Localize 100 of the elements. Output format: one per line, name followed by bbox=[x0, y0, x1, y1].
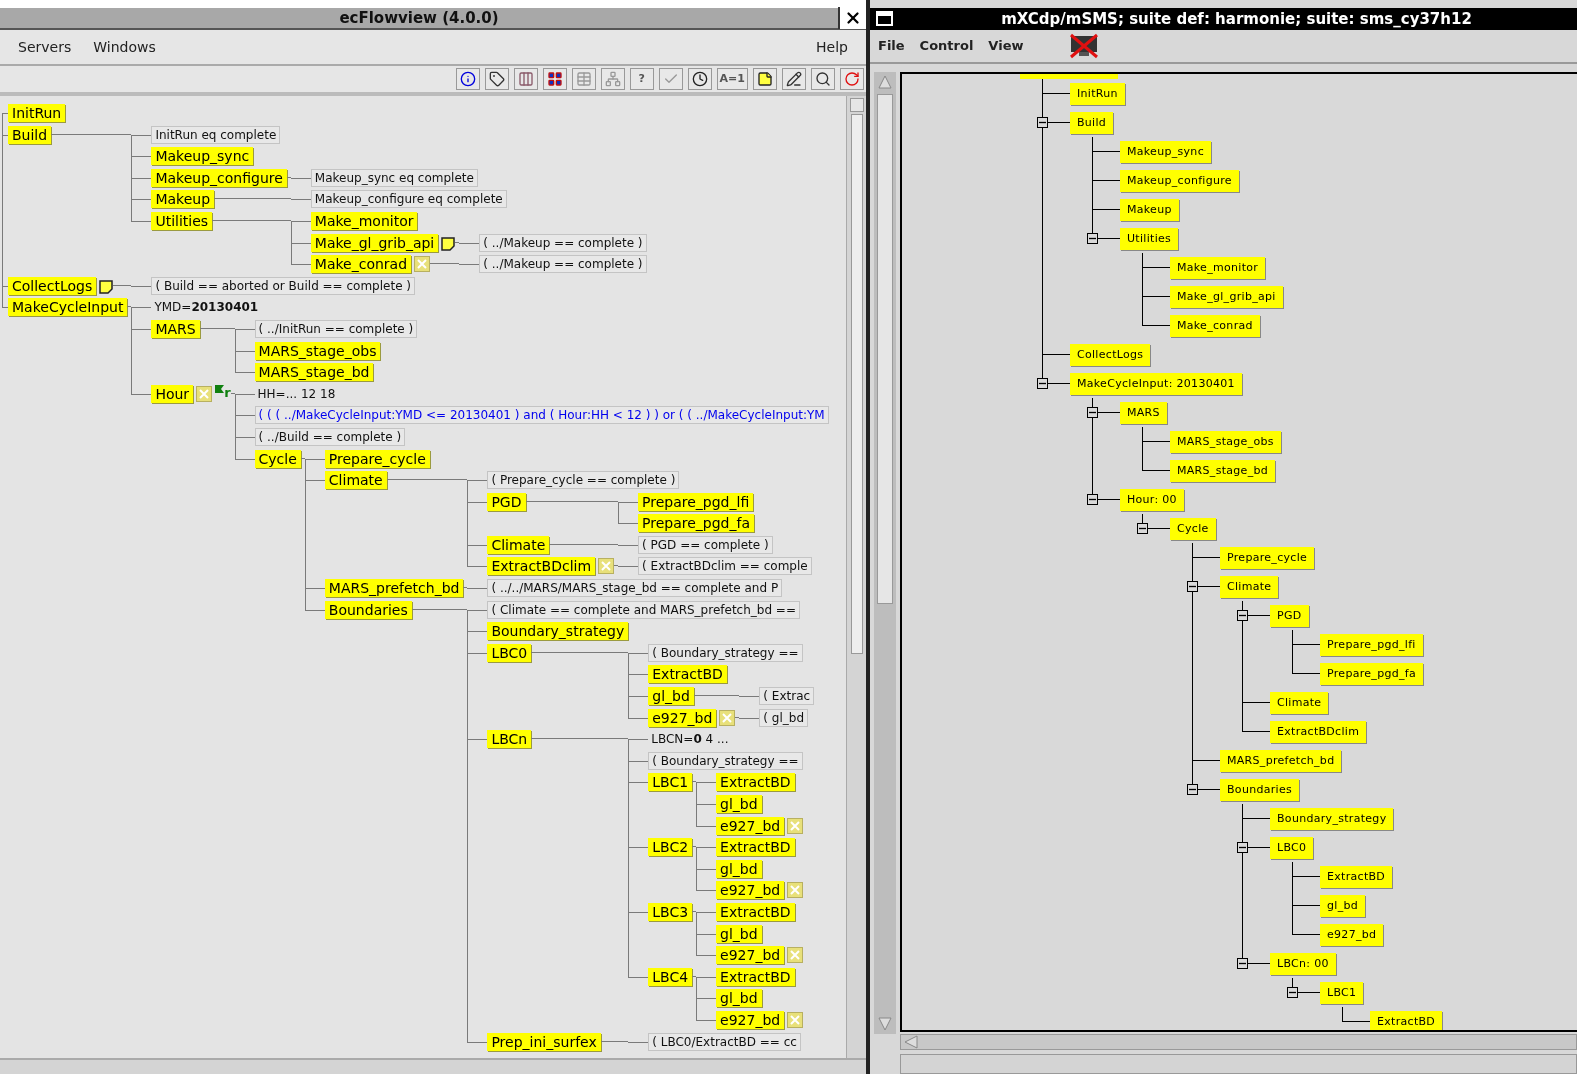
collapse-toggle[interactable] bbox=[1187, 581, 1198, 592]
tree-node[interactable]: PGD bbox=[1270, 604, 1309, 627]
tree-node[interactable]: Make_monitor bbox=[1170, 256, 1266, 279]
tree-node[interactable]: Make_gl_grib_api bbox=[1170, 285, 1283, 308]
tree-node[interactable]: MakeCycleInput: 20130401 bbox=[1070, 372, 1242, 395]
tree-node[interactable]: MARS bbox=[1120, 401, 1167, 424]
task-node[interactable]: Makeup bbox=[151, 190, 215, 209]
tree-node[interactable]: ExtractBD bbox=[1320, 865, 1393, 888]
tree-node[interactable]: Prepare_cycle bbox=[1220, 546, 1315, 569]
task-node[interactable]: Climate bbox=[324, 471, 387, 490]
collapse-toggle[interactable] bbox=[1037, 378, 1048, 389]
task-node[interactable]: gl_bd bbox=[648, 687, 694, 706]
task-node[interactable]: Makeup_configure bbox=[151, 168, 287, 187]
task-node[interactable]: Prep_ini_surfex bbox=[487, 1032, 601, 1051]
tree-node[interactable]: MARS_stage_bd bbox=[1170, 459, 1276, 482]
toolbar-button[interactable] bbox=[484, 68, 509, 90]
task-node[interactable]: ExtractBD bbox=[716, 902, 795, 921]
task-node[interactable]: gl_bd bbox=[716, 924, 762, 943]
task-node[interactable]: gl_bd bbox=[716, 989, 762, 1008]
task-node[interactable]: gl_bd bbox=[716, 859, 762, 878]
tree-node[interactable]: Boundary_strategy bbox=[1270, 807, 1394, 830]
task-node[interactable]: e927_bd bbox=[716, 1010, 785, 1029]
horizontal-scrollbar[interactable] bbox=[900, 1034, 1577, 1051]
task-node[interactable]: gl_bd bbox=[716, 795, 762, 813]
task-node[interactable]: CollectLogs bbox=[8, 276, 97, 295]
task-node[interactable]: LBC4 bbox=[648, 967, 693, 986]
tree-node[interactable]: gl_bd bbox=[1320, 894, 1365, 917]
collapse-toggle[interactable] bbox=[1137, 523, 1148, 534]
task-node[interactable]: Boundaries bbox=[324, 600, 412, 619]
tree-node[interactable]: LBC1 bbox=[1320, 981, 1364, 1004]
toolbar-button[interactable]: A=1 bbox=[716, 68, 748, 90]
task-node[interactable]: Prepare_pgd_lfi bbox=[638, 492, 754, 511]
menu-item[interactable]: Control bbox=[919, 36, 974, 56]
collapse-toggle[interactable] bbox=[1187, 784, 1198, 795]
tree-node[interactable]: Climate bbox=[1270, 691, 1329, 714]
tree-node[interactable]: LBCn: 00 bbox=[1270, 952, 1336, 975]
task-node[interactable]: e927_bd bbox=[716, 816, 785, 835]
collapse-toggle[interactable] bbox=[1287, 987, 1298, 998]
task-node[interactable]: MARS_stage_obs bbox=[254, 341, 381, 360]
task-node[interactable]: InitRun bbox=[8, 104, 66, 122]
tree-node[interactable]: Climate bbox=[1220, 575, 1279, 598]
tree-node[interactable]: Hour: 00 bbox=[1120, 488, 1184, 511]
task-node[interactable]: ExtractBDclim bbox=[487, 557, 596, 576]
task-node[interactable]: Utilities bbox=[151, 211, 213, 230]
task-node[interactable]: Prepare_pgd_fa bbox=[638, 514, 754, 533]
menu-item[interactable]: Windows bbox=[93, 36, 156, 58]
collapse-toggle[interactable] bbox=[1087, 494, 1098, 505]
toolbar-button[interactable] bbox=[811, 68, 835, 90]
task-node[interactable]: MakeCycleInput bbox=[8, 298, 128, 317]
task-node[interactable]: LBCn bbox=[487, 730, 532, 749]
tree-node[interactable]: Prepare_pgd_lfi bbox=[1320, 633, 1423, 656]
task-node[interactable]: e927_bd bbox=[716, 946, 785, 965]
tree-node[interactable]: Build bbox=[1070, 111, 1114, 134]
task-node[interactable]: Prepare_cycle bbox=[324, 449, 430, 468]
tree-node[interactable]: Makeup_configure bbox=[1120, 169, 1239, 192]
tree-node[interactable]: Cycle bbox=[1170, 517, 1216, 540]
toolbar-button[interactable] bbox=[753, 68, 777, 90]
suite-node[interactable] bbox=[1020, 74, 1118, 79]
vertical-scrollbar[interactable] bbox=[846, 96, 866, 1058]
task-node[interactable]: Makeup_sync bbox=[151, 147, 254, 166]
tree-node[interactable]: Makeup bbox=[1120, 198, 1179, 221]
task-node[interactable]: ExtractBD bbox=[716, 773, 795, 792]
menu-item[interactable]: File bbox=[878, 36, 905, 56]
tree-node[interactable]: MARS_stage_obs bbox=[1170, 430, 1281, 453]
task-node[interactable]: LBC1 bbox=[648, 773, 693, 792]
close-button[interactable] bbox=[838, 7, 866, 29]
tree-node[interactable]: e927_bd bbox=[1320, 923, 1384, 946]
collapse-toggle[interactable] bbox=[1237, 958, 1248, 969]
tree-node[interactable]: Prepare_pgd_fa bbox=[1320, 662, 1424, 685]
task-node[interactable]: Make_monitor bbox=[310, 211, 418, 230]
collapse-toggle[interactable] bbox=[1087, 407, 1098, 418]
menu-item[interactable]: View bbox=[988, 36, 1024, 56]
task-node[interactable]: LBC2 bbox=[648, 838, 693, 857]
menu-item[interactable]: Servers bbox=[18, 36, 72, 58]
tree-node[interactable]: ExtractBD bbox=[1370, 1010, 1443, 1031]
tree-node[interactable]: Boundaries bbox=[1220, 778, 1300, 801]
menu-item[interactable]: Help bbox=[816, 36, 848, 58]
tree-node[interactable]: InitRun bbox=[1070, 82, 1125, 105]
task-node[interactable]: Boundary_strategy bbox=[487, 622, 629, 641]
tree-node[interactable]: ExtractBDclim bbox=[1270, 720, 1367, 743]
toolbar-button[interactable]: ? bbox=[629, 68, 654, 90]
tree-node[interactable]: MARS_prefetch_bd bbox=[1220, 749, 1342, 772]
task-node[interactable]: e927_bd bbox=[648, 708, 717, 727]
task-node[interactable]: LBC0 bbox=[487, 643, 532, 662]
task-node[interactable]: PGD bbox=[487, 492, 526, 511]
task-node[interactable]: Make_gl_grib_api bbox=[310, 233, 439, 252]
collapse-toggle[interactable] bbox=[1037, 117, 1048, 128]
horizontal-scrollbar[interactable] bbox=[0, 1058, 866, 1074]
task-node[interactable]: e927_bd bbox=[716, 881, 785, 900]
task-node[interactable]: MARS_prefetch_bd bbox=[324, 579, 464, 598]
task-node[interactable]: Make_conrad bbox=[310, 255, 412, 274]
collapse-toggle[interactable] bbox=[1237, 610, 1248, 621]
toolbar-button[interactable] bbox=[687, 68, 712, 90]
collapse-toggle[interactable] bbox=[1087, 233, 1098, 244]
tree-node[interactable]: CollectLogs bbox=[1070, 343, 1151, 366]
toolbar-button[interactable] bbox=[455, 68, 480, 90]
tree-node[interactable]: Make_conrad bbox=[1170, 314, 1260, 337]
task-node[interactable]: ExtractBD bbox=[716, 967, 795, 986]
toolbar-button[interactable] bbox=[782, 68, 806, 90]
task-node[interactable]: MARS_stage_bd bbox=[254, 363, 374, 382]
